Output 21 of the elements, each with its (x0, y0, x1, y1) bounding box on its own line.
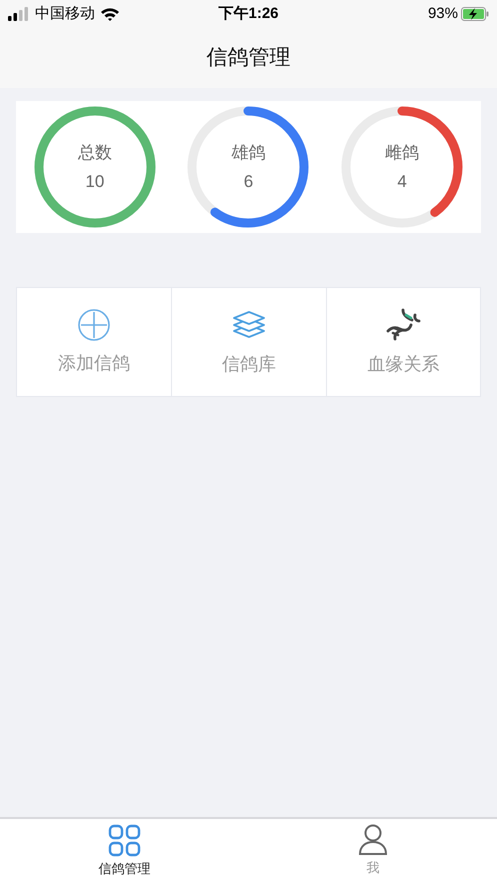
stat-label: 雌鸽 (385, 142, 420, 164)
grid-icon (108, 824, 141, 857)
tab-item[interactable]: 信鸽管理 (0, 819, 248, 883)
stat-value: 10 (85, 171, 104, 193)
menu-item[interactable]: 添加信鸽 (17, 288, 172, 396)
wifi-icon (100, 7, 120, 21)
signal-icon (8, 7, 30, 21)
battery-charging-icon (461, 7, 489, 21)
stat-label: 雄鸽 (231, 142, 266, 164)
plus-circle-icon (77, 308, 112, 342)
menu-item[interactable]: 信鸽库 (171, 288, 326, 396)
stat-value: 4 (397, 171, 407, 193)
stat-value: 6 (244, 171, 254, 193)
menu-item[interactable]: 血缘关系 (326, 288, 480, 396)
carrier-name: 中国移动 (35, 4, 95, 24)
tab-item[interactable]: 我 (248, 819, 497, 883)
clock-time: 下午1:26 (218, 4, 279, 24)
page-title: 信鸽管理 (206, 45, 290, 72)
person-icon (358, 824, 388, 856)
stat-label: 总数 (78, 142, 112, 164)
battery-percent: 93% (428, 4, 458, 24)
